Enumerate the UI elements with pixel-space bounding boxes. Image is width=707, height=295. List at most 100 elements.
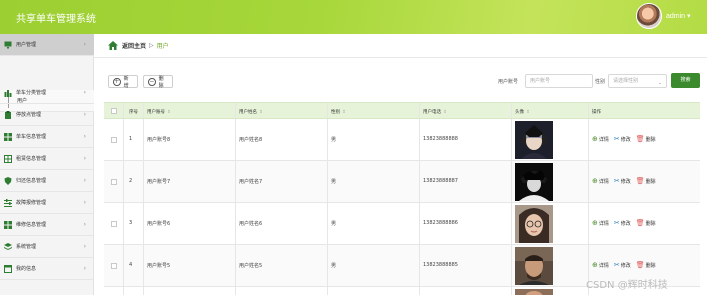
gender-search-label: 性别 bbox=[595, 79, 606, 85]
row-checkbox[interactable] bbox=[111, 263, 117, 269]
sidebar-item-label: 租赁信息管理 bbox=[16, 156, 47, 162]
edit-button[interactable]: ✂ 修改 bbox=[614, 261, 631, 269]
col-gender[interactable]: 性别 ⇕ bbox=[331, 109, 346, 115]
sidebar-item-parking[interactable]: 停放点管理 › bbox=[0, 104, 94, 126]
sidebar-item-system[interactable]: 系统管理 › bbox=[0, 236, 94, 258]
breadcrumb: 返回主页 ▷ 用户 bbox=[108, 38, 169, 52]
sidebar-item-my-info[interactable]: 我的信息 › bbox=[0, 258, 94, 280]
search-button[interactable]: 搜索 bbox=[671, 73, 700, 88]
sidebar-item-users[interactable]: 用户管理 › bbox=[0, 34, 94, 56]
home-icon[interactable] bbox=[108, 40, 118, 50]
sidebar-item-bike-category[interactable]: 单车分类管理 › bbox=[0, 82, 94, 104]
sidebar-item-return[interactable]: 归还信息管理 › bbox=[0, 170, 94, 192]
sidebar-item-rental[interactable]: 租赁信息管理 › bbox=[0, 148, 94, 170]
cell-index: 4 bbox=[129, 262, 133, 268]
shield-icon bbox=[4, 176, 12, 185]
cell-gender: 男 bbox=[331, 137, 337, 143]
sidebar-item-label: 用户管理 bbox=[16, 42, 37, 48]
sidebar-item-fault[interactable]: 故障报修管理 › bbox=[0, 192, 94, 214]
sidebar-item-label: 故障报修管理 bbox=[16, 200, 47, 206]
row-checkbox[interactable] bbox=[111, 179, 117, 185]
divider bbox=[94, 57, 707, 58]
sidebar-item-bike-info[interactable]: 单车信息管理 › bbox=[0, 126, 94, 148]
avatar-photo[interactable] bbox=[515, 247, 553, 285]
avatar-photo[interactable] bbox=[515, 205, 553, 243]
breadcrumb-home-link[interactable]: 返回主页 bbox=[122, 41, 146, 50]
cell-phone: 13823888888 bbox=[423, 136, 458, 142]
cell-gender: 男 bbox=[331, 221, 337, 227]
cell-name: 用户姓名5 bbox=[239, 263, 263, 269]
avatar-photo[interactable] bbox=[515, 121, 553, 159]
sliders-icon bbox=[4, 198, 12, 207]
col-avatar[interactable]: 头像 ⇕ bbox=[515, 109, 530, 115]
col-actions: 操作 bbox=[592, 110, 601, 115]
chevron-right-icon: › bbox=[83, 177, 86, 184]
sidebar-item-label: 我的信息 bbox=[16, 266, 37, 272]
sidebar-item-label: 单车分类管理 bbox=[16, 90, 47, 96]
top-header: 共享单车管理系统 admin ▾ bbox=[0, 0, 707, 34]
cell-name: 用户姓名6 bbox=[239, 221, 263, 227]
user-menu[interactable]: admin ▾ bbox=[666, 12, 691, 20]
row-actions: ⊕ 详情 ✂ 修改 🗑 删除 bbox=[592, 177, 661, 185]
gender-select[interactable]: 请选择性别 ⌄ bbox=[608, 74, 667, 88]
cell-account: 用户账号8 bbox=[147, 137, 171, 143]
col-name[interactable]: 用户姓名 ⇕ bbox=[239, 109, 263, 115]
delete-button[interactable]: − 删除 bbox=[143, 75, 173, 89]
delete-row-button[interactable]: 🗑 删除 bbox=[636, 219, 656, 227]
cell-account: 用户账号6 bbox=[147, 221, 171, 227]
sidebar-item-label: 停放点管理 bbox=[16, 112, 42, 118]
wrench-icon: ✂ bbox=[613, 261, 620, 269]
cell-index: 1 bbox=[129, 136, 133, 142]
wrench-icon: ✂ bbox=[613, 177, 620, 185]
delete-row-button[interactable]: 🗑 删除 bbox=[636, 261, 656, 269]
edit-button[interactable]: ✂ 修改 bbox=[614, 219, 631, 227]
gender-select-placeholder: 请选择性别 bbox=[613, 78, 639, 84]
cell-account: 用户账号5 bbox=[147, 263, 171, 269]
row-checkbox[interactable] bbox=[111, 137, 117, 143]
select-all-checkbox[interactable] bbox=[111, 108, 117, 114]
table-header: 序号 用户账号 ⇕ 用户姓名 ⇕ 性别 ⇕ 用户电话 ⇕ 头像 ⇕ 操作 bbox=[104, 102, 700, 119]
col-index: 序号 bbox=[129, 110, 138, 115]
chevron-down-icon: ⌄ bbox=[657, 80, 662, 86]
cell-phone: 13823888887 bbox=[423, 178, 458, 184]
user-avatar[interactable] bbox=[636, 3, 662, 29]
col-account[interactable]: 用户账号 ⇕ bbox=[147, 109, 171, 115]
trash-icon: 🗑 bbox=[635, 219, 645, 227]
sidebar-item-label: 系统管理 bbox=[16, 244, 37, 250]
col-phone[interactable]: 用户电话 ⇕ bbox=[423, 109, 447, 115]
avatar-photo[interactable] bbox=[515, 289, 553, 295]
cell-index: 2 bbox=[129, 178, 133, 184]
row-actions: ⊕ 详情 ✂ 修改 🗑 删除 bbox=[592, 219, 661, 227]
trash-icon: 🗑 bbox=[635, 135, 645, 143]
cell-name: 用户姓名7 bbox=[239, 179, 263, 185]
cell-name: 用户姓名8 bbox=[239, 137, 263, 143]
app-title: 共享单车管理系统 bbox=[16, 14, 96, 25]
edit-button[interactable]: ✂ 修改 bbox=[614, 135, 631, 143]
monitor-icon bbox=[4, 41, 12, 48]
magnify-icon: ⊕ bbox=[592, 219, 598, 227]
grid-icon bbox=[4, 220, 12, 229]
magnify-icon: ⊕ bbox=[592, 135, 598, 143]
detail-button[interactable]: ⊕ 详情 bbox=[592, 219, 609, 227]
chevron-right-icon: › bbox=[83, 199, 86, 206]
delete-row-button[interactable]: 🗑 删除 bbox=[636, 135, 656, 143]
detail-button[interactable]: ⊕ 详情 bbox=[592, 177, 609, 185]
detail-button[interactable]: ⊕ 详情 bbox=[592, 261, 609, 269]
table-icon bbox=[4, 154, 12, 163]
sidebar: 用户管理 › 用户 单车分类管理 › 停放点管理 › 单车信息管理 › 租赁信息… bbox=[0, 34, 94, 295]
add-button[interactable]: + 新增 bbox=[108, 75, 138, 89]
delete-row-button[interactable]: 🗑 删除 bbox=[636, 177, 656, 185]
cell-account: 用户账号7 bbox=[147, 179, 171, 185]
wrench-icon: ✂ bbox=[613, 135, 620, 143]
detail-button[interactable]: ⊕ 详情 bbox=[592, 135, 609, 143]
plus-circle-icon: + bbox=[113, 77, 121, 86]
avatar-photo[interactable] bbox=[515, 163, 553, 201]
grid-icon bbox=[4, 132, 12, 141]
edit-button[interactable]: ✂ 修改 bbox=[614, 177, 631, 185]
sidebar-item-repair[interactable]: 维修信息管理 › bbox=[0, 214, 94, 236]
row-checkbox[interactable] bbox=[111, 221, 117, 227]
account-search-input[interactable]: 用户账号 bbox=[525, 74, 593, 88]
table-row: 1 用户账号8 用户姓名8 男 13823888888 ⊕ 详情 ✂ 修改 🗑 删除 bbox=[104, 119, 700, 161]
chevron-right-icon: › bbox=[83, 155, 86, 162]
chevron-right-icon: › bbox=[83, 133, 86, 140]
